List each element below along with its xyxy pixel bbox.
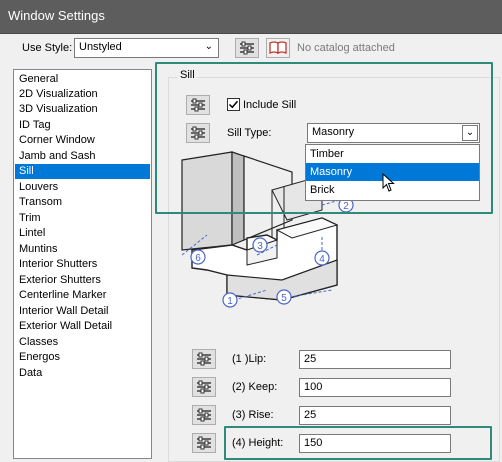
callout-4: 4 [319,254,325,265]
rise-options-button[interactable] [192,405,216,425]
sliders-icon [197,408,211,422]
settings-nav-list[interactable]: General 2D Visualization 3D Visualizatio… [13,69,152,459]
nav-item-2d-visualization[interactable]: 2D Visualization [15,87,150,102]
nav-item-jamb-and-sash[interactable]: Jamb and Sash [15,149,150,164]
keep-label: (2) Keep: [232,381,278,393]
book-icon [269,41,287,55]
lip-label: (1 )Lip: [232,353,267,365]
nav-item-lintel[interactable]: Lintel [15,226,150,241]
nav-item-transom[interactable]: Transom [15,195,150,210]
nav-item-corner-window[interactable]: Corner Window [15,133,150,148]
use-style-label: Use Style: [22,42,73,54]
sliders-icon [197,352,211,366]
nav-item-exterior-shutters[interactable]: Exterior Shutters [15,273,150,288]
nav-item-muntins[interactable]: Muntins [15,242,150,257]
nav-item-louvers[interactable]: Louvers [15,180,150,195]
nav-item-interior-wall-detail[interactable]: Interior Wall Detail [15,304,150,319]
rise-label: (3) Rise: [232,409,274,421]
catalog-status: No catalog attached [297,42,395,54]
lip-options-button[interactable] [192,349,216,369]
chevron-down-icon: ⌄ [204,41,213,52]
callout-1: 1 [227,296,233,307]
nav-item-classes[interactable]: Classes [15,335,150,350]
height-row-highlight [224,426,492,460]
callout-5: 5 [281,293,287,304]
sliders-icon [197,436,211,450]
keep-input[interactable]: 100 [299,378,451,397]
nav-item-energos[interactable]: Energos [15,350,150,365]
rise-input[interactable]: 25 [299,406,451,425]
callout-3: 3 [257,241,263,252]
nav-item-data[interactable]: Data [15,366,150,381]
nav-item-general[interactable]: General [15,72,150,87]
height-options-button[interactable] [192,433,216,453]
nav-item-exterior-wall-detail[interactable]: Exterior Wall Detail [15,319,150,334]
sliders-icon [197,380,211,394]
callout-6: 6 [195,253,201,264]
use-style-value: Unstyled [79,41,122,53]
nav-item-trim[interactable]: Trim [15,211,150,226]
use-style-select[interactable]: Unstyled ⌄ [74,38,219,58]
keep-options-button[interactable] [192,377,216,397]
nav-item-interior-shutters[interactable]: Interior Shutters [15,257,150,272]
catalog-button[interactable] [266,38,290,58]
window-title: Window Settings [8,8,105,23]
nav-item-sill[interactable]: Sill [15,164,150,179]
title-bar: Window Settings [0,0,502,34]
lip-input[interactable]: 25 [299,350,451,369]
nav-item-centerline-marker[interactable]: Centerline Marker [15,288,150,303]
sill-controls-highlight [155,62,493,214]
nav-item-id-tag[interactable]: ID Tag [15,118,150,133]
nav-item-3d-visualization[interactable]: 3D Visualization [15,102,150,117]
sliders-icon [240,41,254,55]
style-options-button[interactable] [235,38,259,58]
